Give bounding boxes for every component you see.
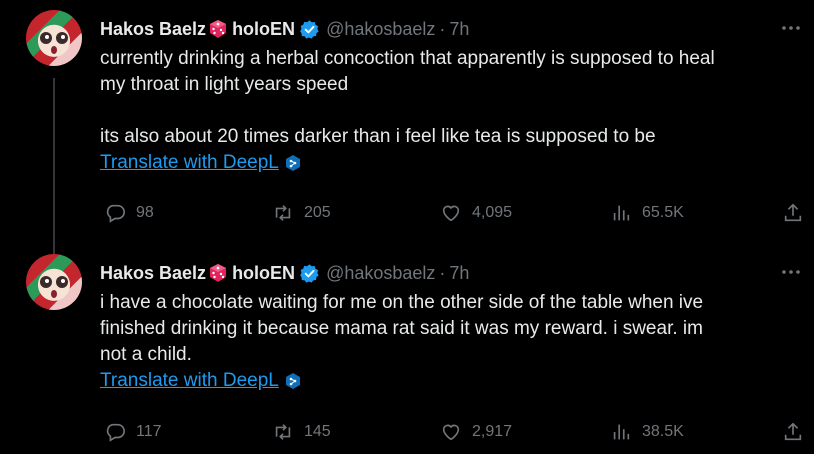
retweet-button[interactable]: 205	[272, 198, 331, 228]
tweet-text-line: its also about 20 times darker than i fe…	[100, 126, 656, 147]
deepl-icon	[285, 155, 300, 171]
reply-icon	[106, 204, 125, 223]
author-handle[interactable]: @hakosbaelz	[326, 263, 435, 284]
tweet[interactable]: Hakos Baelz holoEN @hakosbaelz · 7h i ha…	[0, 244, 814, 454]
retweet-icon	[275, 205, 291, 221]
like-button[interactable]: 4,095	[440, 198, 512, 228]
reply-button[interactable]: 117	[104, 417, 162, 447]
retweet-icon	[275, 424, 291, 440]
tweet-actions: 117 145 2,917 38.5K	[100, 417, 814, 447]
translate-link[interactable]: Translate with DeepL	[100, 150, 301, 176]
tweet-header: Hakos Baelz holoEN @hakosbaelz · 7h	[100, 17, 469, 41]
translate-label: Translate with DeepL	[100, 370, 279, 391]
reply-count: 117	[136, 423, 162, 440]
reply-button[interactable]: 98	[104, 198, 154, 228]
views-button[interactable]: 65.5K	[610, 198, 684, 228]
retweet-button[interactable]: 145	[272, 417, 331, 447]
separator-dot: ·	[439, 18, 446, 39]
separator-dot: ·	[439, 262, 446, 283]
more-icon[interactable]	[780, 20, 802, 36]
views-button[interactable]: 38.5K	[610, 417, 684, 447]
views-icon	[613, 424, 630, 440]
more-icon[interactable]	[780, 264, 802, 280]
view-count: 38.5K	[642, 423, 684, 440]
like-icon	[442, 424, 460, 441]
share-icon	[784, 203, 802, 222]
verified-badge-icon	[300, 19, 319, 39]
dice-icon	[210, 20, 227, 38]
like-count: 2,917	[472, 423, 513, 440]
author-name-suffix[interactable]: holoEN	[232, 263, 295, 284]
retweet-count: 145	[304, 423, 331, 440]
verified-badge-icon	[300, 263, 319, 283]
like-icon	[442, 205, 460, 222]
avatar[interactable]	[26, 10, 82, 66]
view-count: 65.5K	[642, 204, 684, 221]
tweet-text-line: i have a chocolate waiting for me on the…	[100, 292, 704, 313]
author-name[interactable]: Hakos Baelz	[100, 263, 206, 284]
share-icon	[784, 422, 802, 441]
timestamp[interactable]: 7h	[449, 263, 469, 284]
reply-count: 98	[136, 204, 154, 221]
tweet[interactable]: Hakos Baelz holoEN @hakosbaelz · 7h curr…	[0, 0, 814, 244]
tweet-text-line: finished drinking it because mama rat sa…	[100, 318, 703, 339]
translate-label: Translate with DeepL	[100, 152, 279, 173]
views-icon	[613, 205, 630, 221]
deepl-icon	[285, 373, 300, 389]
like-button[interactable]: 2,917	[440, 417, 512, 447]
author-name[interactable]: Hakos Baelz	[100, 19, 206, 40]
tweet-text: i have a chocolate waiting for me on the…	[100, 290, 800, 394]
reply-icon	[106, 423, 125, 442]
tweet-actions: 98 205 4,095 65.5K	[100, 198, 814, 228]
avatar[interactable]	[26, 254, 82, 310]
share-button[interactable]	[782, 198, 804, 228]
share-button[interactable]	[782, 417, 804, 447]
like-count: 4,095	[472, 204, 513, 221]
author-name-suffix[interactable]: holoEN	[232, 19, 295, 40]
tweet-text-line: my throat in light years speed	[100, 74, 349, 95]
tweet-header: Hakos Baelz holoEN @hakosbaelz · 7h	[100, 261, 469, 285]
dice-icon	[210, 264, 227, 282]
author-handle[interactable]: @hakosbaelz	[326, 19, 435, 40]
translate-link[interactable]: Translate with DeepL	[100, 368, 301, 394]
timestamp[interactable]: 7h	[449, 19, 469, 40]
tweet-text-line: not a child.	[100, 344, 192, 365]
retweet-count: 205	[304, 204, 331, 221]
tweet-text-line: currently drinking a herbal concoction t…	[100, 48, 715, 69]
tweet-text: currently drinking a herbal concoction t…	[100, 46, 800, 176]
